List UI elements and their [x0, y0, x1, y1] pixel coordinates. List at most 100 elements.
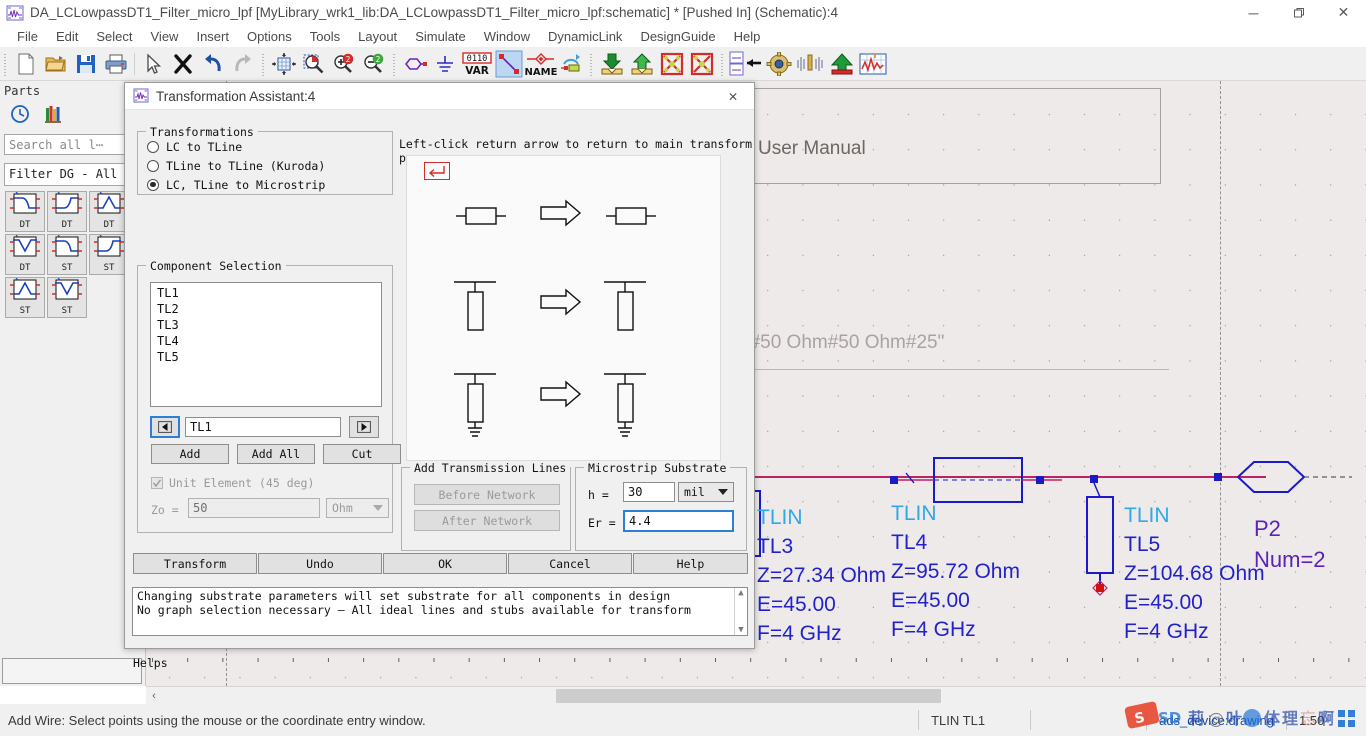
return-arrow-icon[interactable]: [424, 162, 450, 180]
prev-arrow-icon[interactable]: [150, 416, 180, 438]
undo-arrow-icon[interactable]: [198, 49, 228, 79]
parts-search-input[interactable]: Search all l⋯: [4, 134, 141, 155]
minimize-button[interactable]: ─: [1231, 0, 1276, 25]
toolbar-grip-5[interactable]: [719, 50, 726, 77]
before-network-button[interactable]: Before Network: [414, 484, 560, 505]
h-unit-dropdown[interactable]: mil: [678, 482, 734, 502]
menu-item-window[interactable]: Window: [475, 27, 539, 46]
library-books-icon[interactable]: [44, 104, 64, 128]
tune-parameters-icon[interactable]: [794, 49, 826, 79]
cancel-button[interactable]: Cancel: [508, 553, 632, 574]
list-item[interactable]: TL3: [151, 317, 381, 333]
transformation-assistant-dialog[interactable]: Transformation Assistant:4 ✕ Transformat…: [124, 82, 755, 670]
push-into-hierarchy-icon[interactable]: [597, 49, 627, 79]
zoom-in-icon[interactable]: 2: [329, 49, 359, 79]
menu-item-dynamiclink[interactable]: DynamicLink: [539, 27, 631, 46]
cut-button[interactable]: Cut: [323, 444, 401, 464]
ok-button[interactable]: OK: [383, 553, 507, 574]
new-document-icon[interactable]: [11, 49, 41, 79]
unit-element-checkbox[interactable]: Unit Element (45 deg): [151, 476, 314, 490]
horizontal-scrollbar[interactable]: ‹: [146, 686, 1366, 704]
component-port-p2-symbol[interactable]: [1214, 454, 1354, 504]
deactivate-component-icon[interactable]: [657, 49, 687, 79]
zo-unit-dropdown[interactable]: Ohm: [326, 498, 389, 518]
part-item-st-lowpass[interactable]: ST: [47, 234, 87, 275]
insert-var-icon[interactable]: 0110 VAR: [460, 49, 494, 79]
radio-lc-to-tline[interactable]: LC to TLine: [147, 137, 392, 156]
zoom-fit-icon[interactable]: [269, 49, 299, 79]
save-icon[interactable]: [71, 49, 101, 79]
simulation-settings-icon[interactable]: [764, 49, 794, 79]
toolbar-grip-2[interactable]: [260, 50, 267, 77]
delete-x-icon[interactable]: [168, 49, 198, 79]
helps-textarea[interactable]: Changing substrate parameters will set s…: [132, 587, 748, 636]
list-item[interactable]: TL4: [151, 333, 381, 349]
pop-out-hierarchy-icon[interactable]: [627, 49, 657, 79]
part-item-dt-highpass[interactable]: DT: [47, 191, 87, 232]
scroll-left-arrow[interactable]: ‹: [146, 690, 162, 702]
open-folder-icon[interactable]: [41, 49, 71, 79]
preview-panel[interactable]: [406, 155, 721, 461]
h-input[interactable]: 30: [623, 482, 675, 502]
transform-button[interactable]: Transform: [133, 553, 257, 574]
list-item[interactable]: TL5: [151, 349, 381, 365]
part-item-st-bandpass[interactable]: ST: [5, 277, 45, 318]
part-item-st-highpass[interactable]: ST: [89, 234, 129, 275]
list-item[interactable]: TL2: [151, 301, 381, 317]
component-list[interactable]: TL1 TL2 TL3 TL4 TL5: [150, 282, 382, 407]
menu-item-tools[interactable]: Tools: [301, 27, 349, 46]
list-item[interactable]: TL1: [151, 285, 381, 301]
menu-item-file[interactable]: File: [8, 27, 47, 46]
insert-ground-icon[interactable]: [430, 49, 460, 79]
add-button[interactable]: Add: [151, 444, 229, 464]
close-icon[interactable]: ✕: [712, 83, 754, 110]
menu-item-simulate[interactable]: Simulate: [406, 27, 475, 46]
next-arrow-icon[interactable]: [349, 416, 379, 438]
menu-item-designguide[interactable]: DesignGuide: [631, 27, 724, 46]
part-item-dt-bandpass[interactable]: DT: [89, 191, 129, 232]
zoom-area-icon[interactable]: [299, 49, 329, 79]
toolbar-grip-4[interactable]: [588, 50, 595, 77]
toolbar-grip[interactable]: [2, 50, 9, 77]
schematic-note-box[interactable]: [749, 88, 1161, 184]
menu-item-options[interactable]: Options: [238, 27, 301, 46]
close-button[interactable]: ✕: [1321, 0, 1366, 25]
menu-item-select[interactable]: Select: [87, 27, 141, 46]
add-all-button[interactable]: Add All: [237, 444, 315, 464]
redo-arrow-icon[interactable]: [228, 49, 258, 79]
component-library-icon[interactable]: [728, 49, 764, 79]
er-input[interactable]: 4.4: [623, 510, 734, 532]
undo-button[interactable]: Undo: [258, 553, 382, 574]
status-layer[interactable]: ads_device:drawing: [1146, 710, 1286, 730]
print-icon[interactable]: [101, 49, 131, 79]
insert-wire-icon[interactable]: [494, 49, 524, 79]
insert-port-icon[interactable]: [400, 49, 430, 79]
part-item-st-bandstop[interactable]: ST: [47, 277, 87, 318]
helps-scrollbar[interactable]: ▲ ▼: [734, 588, 747, 635]
menu-item-help[interactable]: Help: [725, 27, 770, 46]
radio-lc-tline-to-microstrip[interactable]: LC, TLine to Microstrip: [147, 175, 392, 194]
pointer-select-icon[interactable]: [138, 49, 168, 79]
history-clock-icon[interactable]: [10, 104, 30, 128]
menu-item-layout[interactable]: Layout: [349, 27, 406, 46]
part-item-dt-bandstop[interactable]: DT: [5, 234, 45, 275]
simulate-icon[interactable]: [826, 49, 858, 79]
menu-item-edit[interactable]: Edit: [47, 27, 87, 46]
zoom-out-icon[interactable]: 2: [359, 49, 389, 79]
display-results-icon[interactable]: [858, 49, 888, 79]
current-component-input[interactable]: TL1: [185, 417, 341, 437]
restore-button[interactable]: [1276, 0, 1321, 25]
insert-wire-name-icon[interactable]: NAME: [524, 49, 558, 79]
insert-pin-icon[interactable]: [558, 49, 586, 79]
parts-filter-dropdown[interactable]: Filter DG - All: [4, 163, 141, 186]
menu-item-insert[interactable]: Insert: [187, 27, 238, 46]
part-item-dt-lowpass[interactable]: DT: [5, 191, 45, 232]
toolbar-grip-3[interactable]: [391, 50, 398, 77]
menu-item-view[interactable]: View: [142, 27, 188, 46]
scroll-down-icon[interactable]: ▼: [735, 625, 747, 635]
deactivate-all-icon[interactable]: [687, 49, 717, 79]
after-network-button[interactable]: After Network: [414, 510, 560, 531]
scrollbar-thumb[interactable]: [556, 689, 941, 703]
zo-input[interactable]: 50: [188, 498, 320, 518]
scroll-up-icon[interactable]: ▲: [735, 588, 747, 598]
